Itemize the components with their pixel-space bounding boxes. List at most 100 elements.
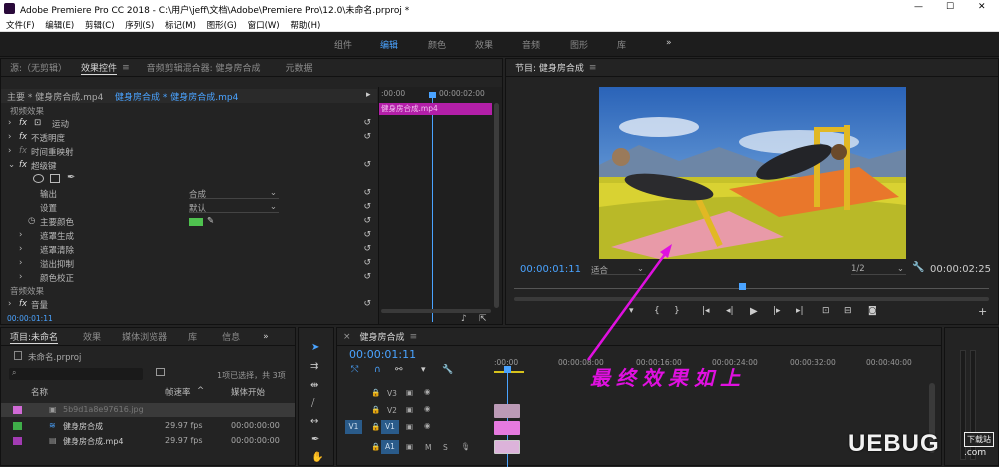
effect-row-volume[interactable]: › fx 音量 ↺ xyxy=(1,299,377,312)
lock-icon[interactable]: 🔒 xyxy=(371,442,380,451)
solo-button[interactable]: S xyxy=(443,443,448,452)
source-patch-v1[interactable]: V1 xyxy=(345,420,362,434)
workspace-graphics[interactable]: 图形 xyxy=(570,38,588,51)
workspace-color[interactable]: 颜色 xyxy=(428,38,446,51)
export-frame-icon[interactable]: ⇱ xyxy=(479,314,487,324)
project-item-row[interactable]: ≋ 健身房合成 29.97 fps 00:00:00:00 xyxy=(1,419,295,433)
workspace-more-button[interactable]: » xyxy=(666,38,672,48)
play-audio-icon[interactable]: ♪ xyxy=(461,314,467,324)
v1-video-clip[interactable] xyxy=(494,421,520,435)
lock-icon[interactable]: 🔒 xyxy=(371,388,380,397)
ellipse-mask-icon[interactable] xyxy=(33,174,44,183)
close-button[interactable]: ✕ xyxy=(978,2,986,12)
microphone-icon[interactable]: 🎙 xyxy=(461,442,471,451)
menu-window[interactable]: 窗口(W) xyxy=(248,21,280,31)
zoom-level-dropdown[interactable]: 适合 ⌄ xyxy=(591,264,646,276)
new-bin-from-search-icon[interactable] xyxy=(156,368,165,376)
menu-help[interactable]: 帮助(H) xyxy=(290,21,320,31)
hand-tool-icon[interactable]: ✋ xyxy=(311,452,323,463)
stopwatch-icon[interactable]: ◷ xyxy=(28,216,35,226)
reset-icon[interactable]: ↺ xyxy=(363,118,371,128)
menu-sequence[interactable]: 序列(S) xyxy=(125,21,154,31)
sub-row-color-correction[interactable]: › 颜色校正 ↺ xyxy=(1,272,377,285)
selection-tool-icon[interactable]: ➤ xyxy=(311,342,319,353)
eye-icon[interactable]: ◉ xyxy=(424,387,431,396)
sequence-clip-label[interactable]: 健身房合成 * 健身房合成.mp4 xyxy=(115,90,238,103)
mini-playhead-handle[interactable] xyxy=(429,92,436,98)
eye-icon[interactable]: ◉ xyxy=(424,421,431,430)
panel-menu-icon[interactable]: ≡ xyxy=(122,63,130,73)
toggle-sync-icon[interactable]: ▣ xyxy=(406,388,413,397)
toggle-sync-icon[interactable]: ▣ xyxy=(406,422,413,431)
column-frame-rate[interactable]: 帧速率 xyxy=(165,386,191,398)
column-name[interactable]: 名称 xyxy=(31,386,48,398)
step-forward-icon[interactable]: |▸ xyxy=(773,306,781,316)
reset-icon[interactable]: ↺ xyxy=(363,202,371,212)
go-to-out-icon[interactable]: ▸| xyxy=(796,306,804,316)
overwrite-icon[interactable]: ⊟ xyxy=(844,306,852,316)
minimize-button[interactable]: — xyxy=(914,2,923,12)
effect-row-ultra-key[interactable]: ⌄ fx 超级键 ↺ xyxy=(1,160,377,173)
a1-audio-clip[interactable] xyxy=(494,440,520,454)
sub-row-spill-suppression[interactable]: › 溢出抑制 ↺ xyxy=(1,258,377,271)
reset-icon[interactable]: ↺ xyxy=(363,272,371,282)
timeline-playhead-handle[interactable] xyxy=(504,366,511,373)
effect-row-time-remap[interactable]: › fx 时间重映射 xyxy=(1,146,377,159)
panel-menu-icon[interactable]: ≡ xyxy=(410,332,418,342)
pen-tool-icon[interactable]: ✒ xyxy=(311,434,319,445)
add-marker-icon[interactable]: ▾ xyxy=(421,365,426,375)
project-item-row[interactable]: ▣ 5b9d1a8e97616.jpg xyxy=(1,403,295,417)
program-time-ruler[interactable] xyxy=(514,288,989,289)
menu-edit[interactable]: 编辑(E) xyxy=(45,21,74,31)
effect-row-opacity[interactable]: › fx 不透明度 ↺ xyxy=(1,132,377,145)
reset-icon[interactable]: ↺ xyxy=(363,258,371,268)
tab-libraries[interactable]: 库 xyxy=(188,330,197,343)
reset-icon[interactable]: ↺ xyxy=(363,299,371,309)
track-name[interactable]: A1 xyxy=(381,440,399,454)
tab-info[interactable]: 信息 xyxy=(222,330,240,343)
eyedropper-icon[interactable]: ✎ xyxy=(207,216,214,226)
toggle-sync-icon[interactable]: ▣ xyxy=(406,405,413,414)
reset-icon[interactable]: ↺ xyxy=(363,230,371,240)
reset-icon[interactable]: ↺ xyxy=(363,216,371,226)
reset-icon[interactable]: ↺ xyxy=(363,188,371,198)
tab-effect-controls[interactable]: 效果控件 xyxy=(81,61,118,75)
insert-overwrite-icon[interactable]: ⤲ xyxy=(351,365,358,375)
mini-clip[interactable]: 健身房合成.mp4 xyxy=(379,103,492,115)
eye-icon[interactable]: ◉ xyxy=(424,404,431,413)
camera-icon[interactable]: ◙ xyxy=(868,306,877,316)
linked-selection-icon[interactable]: ⚯ xyxy=(395,365,403,375)
toggle-sync-icon[interactable]: ▣ xyxy=(406,442,413,451)
program-video-frame[interactable] xyxy=(599,87,906,259)
step-back-icon[interactable]: ◂| xyxy=(726,306,734,316)
mute-button[interactable]: M xyxy=(425,443,431,452)
insert-icon[interactable]: ⊡ xyxy=(822,306,830,316)
lock-icon[interactable]: 🔒 xyxy=(371,405,380,414)
column-media-start[interactable]: 媒体开始 xyxy=(231,386,265,398)
project-item-row[interactable]: ▤ 健身房合成.mp4 29.97 fps 00:00:00:00 xyxy=(1,434,295,448)
tab-source[interactable]: 源:（无剪辑） xyxy=(10,61,67,74)
mini-playhead[interactable] xyxy=(432,93,433,322)
maximize-button[interactable]: ☐ xyxy=(946,2,954,12)
reset-icon[interactable]: ↺ xyxy=(363,244,371,254)
tab-program[interactable]: 节目: 健身房合成 xyxy=(515,61,584,74)
workspace-audio[interactable]: 音频 xyxy=(522,38,540,51)
tab-audio-clip-mixer[interactable]: 音频剪辑混合器: 健身房合成 xyxy=(147,61,261,74)
mini-scrollbar[interactable] xyxy=(494,103,499,308)
project-more-button[interactable]: » xyxy=(263,332,269,342)
workspace-editing[interactable]: 编辑 xyxy=(380,38,398,51)
sub-row-matte-cleanup[interactable]: › 遮罩清除 ↺ xyxy=(1,244,377,257)
workspace-libraries[interactable]: 库 xyxy=(617,38,626,51)
effect-row-motion[interactable]: › fx ⊡ 运动 ↺ xyxy=(1,118,377,131)
panel-menu-icon[interactable]: ≡ xyxy=(589,63,597,73)
reset-icon[interactable]: ↺ xyxy=(363,132,371,142)
resolution-dropdown[interactable]: 1/2 ⌄ xyxy=(851,264,906,275)
v2-image-clip[interactable] xyxy=(494,404,520,418)
timeline-settings-icon[interactable]: 🔧 xyxy=(442,365,453,375)
tab-metadata[interactable]: 元数据 xyxy=(286,61,313,74)
tab-effects[interactable]: 效果 xyxy=(83,330,101,343)
add-button-icon[interactable]: + xyxy=(978,305,987,318)
lock-icon[interactable]: 🔒 xyxy=(371,422,380,431)
play-icon[interactable]: ▶ xyxy=(750,306,758,317)
menu-clip[interactable]: 剪辑(C) xyxy=(85,21,115,31)
